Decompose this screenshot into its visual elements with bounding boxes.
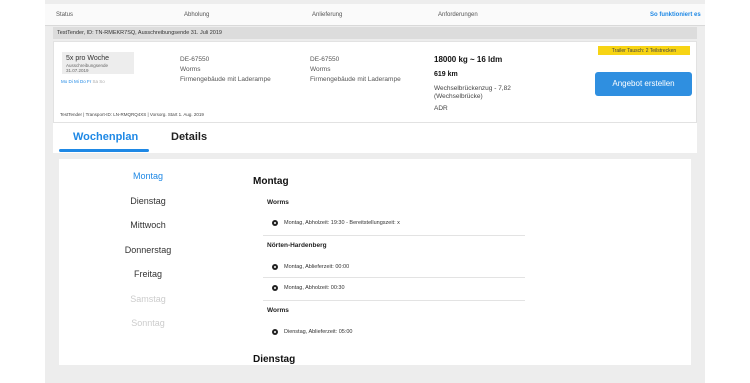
page: Status Abholung Anlieferung Anforderunge… xyxy=(45,0,705,383)
help-link[interactable]: So funktioniert es xyxy=(650,12,701,18)
pickup-location: DE-67550 Worms Firmengebäude mit Laderam… xyxy=(180,55,271,85)
tender-deadline: Ausschreibungsende 31.07.2019 xyxy=(66,63,109,73)
transport-card: 5x pro Woche Ausschreibungsende 31.07.20… xyxy=(53,41,697,123)
frequency-box: 5x pro Woche Ausschreibungsende 31.07.20… xyxy=(62,52,134,74)
load-weight: 18000 kg ~ 16 ldm xyxy=(434,55,503,64)
schedule-day-heading: Montag xyxy=(253,176,289,187)
day-sunday: Sonntag xyxy=(131,318,165,328)
active-tab-indicator xyxy=(59,149,149,152)
stop-marker-icon xyxy=(272,220,278,226)
schedule-entry: Montag, Abholzeit: 00:30 xyxy=(272,285,345,291)
weekly-plan-panel: Montag Dienstag Mittwoch Donnerstag Frei… xyxy=(59,159,691,365)
col-delivery[interactable]: Anlieferung xyxy=(312,12,342,18)
delivery-zip: DE-67550 xyxy=(310,56,340,63)
schedule-location: Nörten-Hardenberg xyxy=(267,242,327,249)
delivery-city: Worms xyxy=(310,66,331,73)
schedule-entry: Montag, Abholzeit: 19:30 - Bereitstellun… xyxy=(272,220,400,226)
day-thursday[interactable]: Donnerstag xyxy=(103,245,193,270)
schedule-location: Worms xyxy=(267,307,289,314)
stop-marker-icon xyxy=(272,264,278,270)
frequency: 5x pro Woche xyxy=(66,55,110,62)
transport-id-info: TestTender | Transport-ID: LN-RMQRQ4XS |… xyxy=(60,112,204,117)
col-requirements[interactable]: Anforderungen xyxy=(438,12,478,18)
day-wednesday[interactable]: Mittwoch xyxy=(103,220,193,245)
schedule-day-heading: Dienstag xyxy=(253,354,296,365)
schedule-location: Worms xyxy=(267,199,289,206)
pickup-zip: DE-67550 xyxy=(180,56,210,63)
distance: 619 km xyxy=(434,71,458,78)
divider xyxy=(263,277,525,278)
day-friday[interactable]: Freitag xyxy=(103,269,193,294)
adr-requirement: ADR xyxy=(434,105,448,112)
inactive-days: Sa So xyxy=(92,79,105,84)
tab-details[interactable]: Details xyxy=(171,131,207,143)
day-monday[interactable]: Montag xyxy=(103,171,193,196)
divider xyxy=(263,235,525,236)
tab-bar: Wochenplan Details xyxy=(53,123,697,153)
stop-marker-icon xyxy=(272,285,278,291)
delivery-site: Firmengebäude mit Laderampe xyxy=(310,76,401,83)
column-header: Status Abholung Anlieferung Anforderunge… xyxy=(45,4,705,26)
divider xyxy=(263,300,525,301)
day-tuesday[interactable]: Dienstag xyxy=(103,196,193,221)
vehicle-type: Wechselbrückenzug - 7,82 (Wechselbrücke) xyxy=(434,85,511,100)
col-status[interactable]: Status xyxy=(56,12,73,18)
col-pickup[interactable]: Abholung xyxy=(184,12,209,18)
tab-weekly-plan[interactable]: Wochenplan xyxy=(73,131,138,143)
day-saturday: Samstag xyxy=(130,293,166,304)
schedule-entry: Montag, Ablieferzeit: 00:00 xyxy=(272,264,349,270)
weekday-indicator: Mo Di Mi Do Fr Sa So xyxy=(61,79,105,84)
pickup-site: Firmengebäude mit Laderampe xyxy=(180,76,271,83)
delivery-location: DE-67550 Worms Firmengebäude mit Laderam… xyxy=(310,55,401,85)
trailer-swap-badge: Trailer Tausch: 2 Teilstrecken xyxy=(598,46,690,55)
pickup-city: Worms xyxy=(180,66,201,73)
schedule-entry: Dienstag, Ablieferzeit: 05:00 xyxy=(272,329,353,335)
create-offer-button[interactable]: Angebot erstellen xyxy=(595,72,692,96)
active-days: Mo Di Mi Do Fr xyxy=(61,79,92,84)
tender-info-bar: TestTender, ID: TN-RMEKR7SQ, Ausschreibu… xyxy=(53,27,697,39)
stop-marker-icon xyxy=(272,329,278,335)
day-list: Montag Dienstag Mittwoch Donnerstag Frei… xyxy=(103,171,193,343)
